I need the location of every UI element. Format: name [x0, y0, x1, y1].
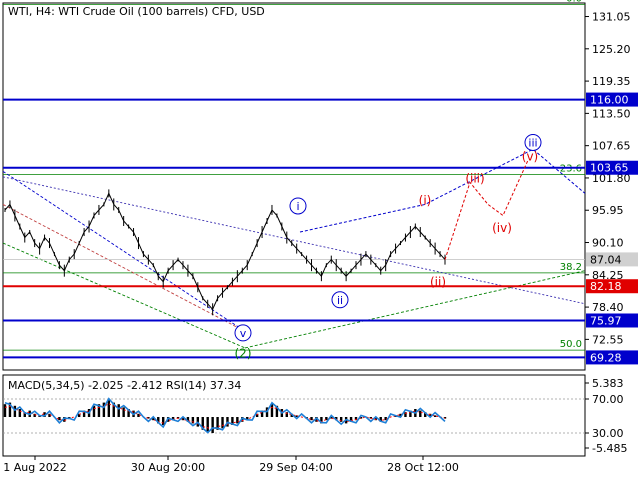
macd-hist-bar: [92, 405, 96, 417]
macd-hist-bar: [162, 417, 165, 425]
y-tick-label: 90.10: [592, 237, 624, 250]
x-tick-label: 28 Oct 12:00: [387, 461, 459, 474]
macd-hist-bar: [221, 417, 224, 429]
wave-label-ii: ii: [337, 294, 343, 307]
wave-label-red: (iv): [492, 221, 512, 235]
macd-hist-bar: [107, 399, 111, 417]
level-badge-label: 103.65: [590, 162, 629, 175]
indicator-tick-label: -5.485: [592, 442, 627, 455]
wave-label-red: (ii): [430, 275, 446, 289]
y-tick-label: 131.05: [592, 11, 631, 24]
main-panel-frame: [2, 2, 586, 371]
indicator-label: MACD(5,34,5) -2.025 -2.412 RSI(14) 37.34: [8, 379, 241, 392]
chart-title: WTI, H4: WTI Crude Oil (100 barrels) CFD…: [8, 5, 265, 18]
y-tick-label: 72.55: [592, 333, 624, 346]
wave-label-red: (iii): [465, 171, 484, 185]
fib-level-label: 0.0: [566, 0, 582, 5]
x-tick-label: 29 Sep 04:00: [259, 461, 332, 474]
macd-hist-bar: [270, 404, 274, 417]
level-badge-label: 69.28: [590, 351, 622, 364]
current-price-label: 87.04: [590, 253, 622, 266]
chart-canvas: 131.05125.20119.35113.50107.65101.8095.9…: [2, 0, 638, 474]
wave-label-red: (i): [419, 193, 432, 207]
y-tick-label: 125.20: [592, 43, 631, 56]
wave-label-green: (2): [235, 346, 252, 360]
level-badge-label: 75.97: [590, 314, 622, 327]
wave-label-red: (v): [522, 149, 538, 163]
indicator-tick-label: 30.00: [592, 427, 624, 440]
macd-hist-bar: [206, 417, 209, 432]
wave-label-v: v: [240, 327, 247, 340]
indicator-tick-label: 70.00: [592, 393, 624, 406]
indicator-tick-label: 5.383: [592, 377, 624, 390]
wave-label-iii: iii: [528, 136, 537, 149]
x-tick-label: 1 Aug 2022: [3, 461, 66, 474]
level-badge-label: 82.18: [590, 280, 622, 293]
fib-level-label: 38.2: [560, 262, 582, 273]
macd-hist-bar: [419, 410, 422, 417]
y-tick-label: 95.95: [592, 204, 624, 217]
macd-hist-bar: [211, 417, 214, 433]
y-tick-label: 107.65: [592, 140, 631, 153]
macd-hist-bar: [13, 405, 17, 417]
level-badge-label: 116.00: [590, 94, 629, 107]
y-tick-label: 78.40: [592, 301, 624, 314]
fib-level-label: 50.0: [560, 339, 582, 350]
macd-hist-bar: [3, 404, 7, 417]
macd-hist-bar: [310, 417, 313, 421]
y-tick-label: 113.50: [592, 107, 631, 120]
macd-hist-bar: [117, 404, 120, 417]
wave-label-i: i: [296, 200, 299, 213]
fib-level-label: 23.6: [560, 164, 582, 175]
macd-hist-bar: [18, 409, 22, 417]
y-tick-label: 119.35: [592, 75, 631, 88]
x-tick-label: 30 Aug 20:00: [131, 461, 205, 474]
macd-hist-bar: [236, 417, 239, 424]
macd-hist-bar: [122, 407, 125, 417]
